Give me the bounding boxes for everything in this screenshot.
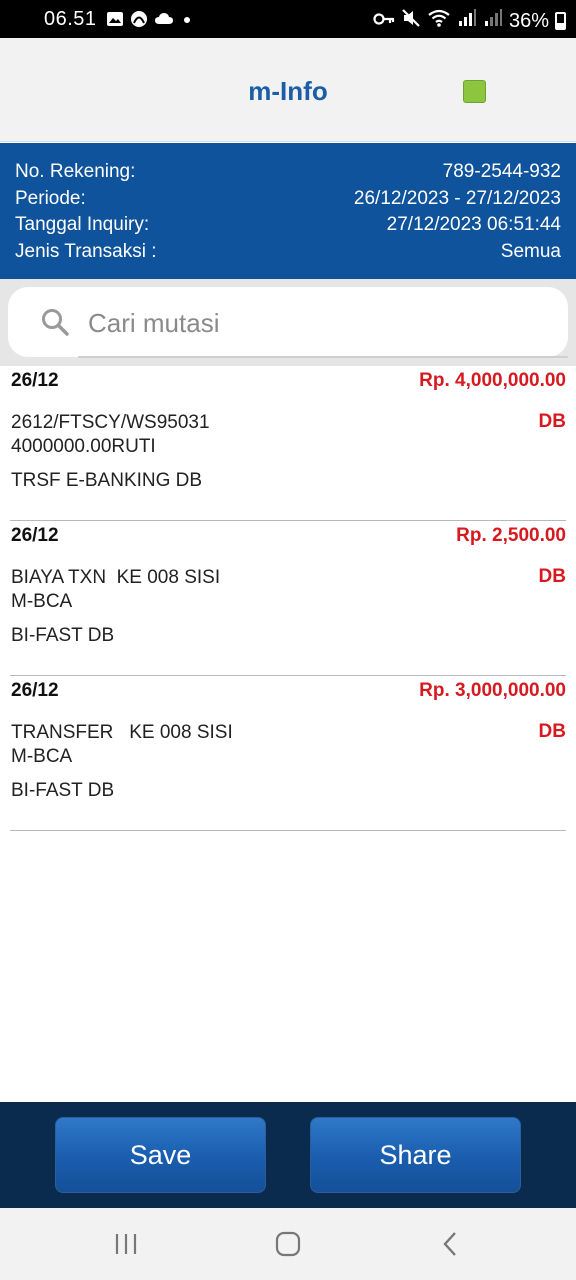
search-icon [40,307,70,337]
status-right: 36% [373,8,566,34]
info-value: 27/12/2023 06:51:44 [386,214,561,235]
home-icon [275,1231,301,1257]
mute-icon [401,8,421,34]
recent-apps-button[interactable] [106,1226,146,1262]
transaction-channel: BI-FAST DB [11,780,115,801]
search-underline [78,356,568,358]
transaction-amount: Rp. 4,000,000.00 [419,370,566,391]
info-label: No. Rekening: [15,161,136,182]
transaction-amount: Rp. 2,500.00 [456,525,566,546]
transaction-type: DB [538,566,566,587]
info-label: Periode: [15,187,86,209]
signal-icon [457,8,477,34]
status-bar: 06.51 36% [0,0,576,38]
transaction-date: 26/12 [11,525,59,546]
transaction-item[interactable]: 26/12 Rp. 2,500.00 BIAYA TXN KE 008 SISI… [10,521,566,676]
transaction-description: 2612/FTSCY/WS95031 4000000.00RUTI [11,412,210,457]
transaction-date: 26/12 [11,370,59,391]
share-button[interactable]: Share [310,1117,521,1193]
signal-icon [483,8,503,34]
transaction-description: BIAYA TXN KE 008 SISI M-BCA [11,567,221,612]
transaction-description: TRANSFER KE 008 SISI M-BCA [11,722,233,767]
back-icon [443,1232,456,1256]
search-input[interactable] [88,301,548,345]
page-title: m-Info [248,76,328,106]
transaction-list: 26/12 Rp. 4,000,000.00 2612/FTSCY/WS9503… [0,366,576,831]
key-icon [373,10,395,33]
save-button[interactable]: Save [55,1117,266,1193]
transaction-item[interactable]: 26/12 Rp. 3,000,000.00 TRANSFER KE 008 S… [10,676,566,831]
status-indicator [463,80,486,103]
battery-text: 36% [508,9,549,32]
back-button[interactable] [430,1226,470,1262]
transaction-item[interactable]: 26/12 Rp. 4,000,000.00 2612/FTSCY/WS9503… [10,366,566,521]
info-label: Jenis Transaksi : [15,240,157,262]
home-button[interactable] [268,1226,308,1262]
status-time: 06.51 [44,8,97,30]
action-bar: Save Share [0,1102,576,1208]
transaction-channel: BI-FAST DB [11,625,115,646]
info-row-account: No. Rekening: 789-2544-932 [15,159,561,186]
status-left-icons [106,10,194,33]
app-header: m-Info [0,38,576,142]
account-info-panel: No. Rekening: 789-2544-932 Periode: 26/1… [0,143,576,279]
info-value: 26/12/2023 - 27/12/2023 [353,187,561,209]
info-label: Tanggal Inquiry: [15,214,150,235]
transaction-channel: TRSF E-BANKING DB [11,470,203,491]
info-value: Semua [500,240,561,262]
info-row-inquiry-date: Tanggal Inquiry: 27/12/2023 06:51:44 [15,212,561,239]
search-box[interactable] [8,287,568,357]
transaction-type: DB [538,411,566,432]
wifi-icon [427,8,451,34]
system-nav-bar [0,1208,576,1280]
dot-icon [180,10,194,33]
recent-apps-icon [115,1234,137,1254]
image-icon [106,10,124,33]
info-value: 789-2544-932 [442,161,561,182]
search-area [0,279,576,366]
app-icon [130,10,148,33]
info-row-period: Periode: 26/12/2023 - 27/12/2023 [15,186,561,213]
transaction-amount: Rp. 3,000,000.00 [419,680,566,701]
transaction-type: DB [538,721,566,742]
info-row-transaction-type: Jenis Transaksi : Semua [15,239,561,266]
battery-icon [555,12,566,30]
cloud-icon [154,10,174,33]
transaction-date: 26/12 [11,680,59,701]
